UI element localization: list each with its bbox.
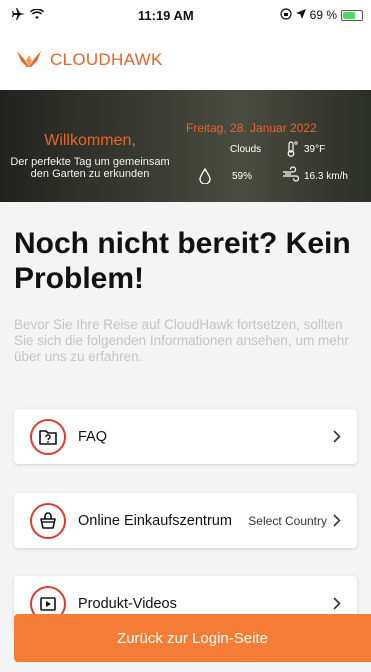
wifi-icon: [29, 7, 45, 23]
battery-percent: 69 %: [309, 8, 337, 22]
battery-charging-icon: [341, 9, 363, 21]
status-time: 11:19 AM: [137, 7, 194, 23]
faq-label: FAQ: [78, 428, 108, 445]
faq-card[interactable]: FAQ: [14, 409, 357, 464]
screen-lock-icon: [280, 7, 292, 23]
status-right: 69 %: [280, 7, 363, 23]
page-subtitle: Bevor Sie Ihre Reise auf CloudHawk forts…: [14, 317, 349, 364]
back-to-login-button[interactable]: Zurück zur Login-Seite: [14, 614, 371, 662]
shopping-basket-icon: [30, 502, 66, 539]
humidity-value: 59%: [232, 171, 253, 182]
page-title: Noch nicht bereit? Kein Problem!: [14, 227, 351, 295]
hawk-logo-icon: [16, 47, 42, 74]
chevron-right-icon: [333, 597, 343, 610]
weather-banner: Willkommen, Der perfekte Tag um gemeinsa…: [0, 90, 371, 202]
status-bar: 11:19 AM 69 %: [0, 0, 371, 30]
temperature-value: 39°F: [304, 144, 326, 155]
welcome-text: Willkommen,: [44, 132, 136, 149]
wind-icon: [282, 166, 300, 187]
wind-value: 16.3 km/h: [304, 171, 348, 182]
tagline-text: Der perfekte Tag um gemeinsam den Garten…: [10, 156, 170, 180]
humidity-drop-icon: [199, 167, 211, 189]
date-text: Freitag, 28. Januar 2022: [186, 121, 317, 135]
chevron-right-icon: [333, 430, 343, 443]
status-left: [12, 7, 92, 23]
chevron-right-icon: [333, 514, 343, 527]
online-shop-card[interactable]: Online Einkaufszentrum Select Country: [14, 493, 357, 548]
product-videos-label: Produkt-Videos: [78, 595, 177, 612]
battery-level: [343, 11, 355, 19]
brand-name: CLOUDHAWK: [50, 50, 163, 69]
thermometer-icon: [285, 141, 299, 162]
app-header: CLOUDHAWK: [0, 30, 371, 90]
airplane-icon: [12, 7, 26, 23]
location-arrow-icon: [295, 8, 306, 22]
online-shop-label: Online Einkaufszentrum: [78, 512, 232, 529]
weather-condition: Clouds: [230, 144, 262, 155]
select-country-link[interactable]: Select Country: [248, 514, 327, 528]
faq-folder-icon: [30, 418, 66, 455]
